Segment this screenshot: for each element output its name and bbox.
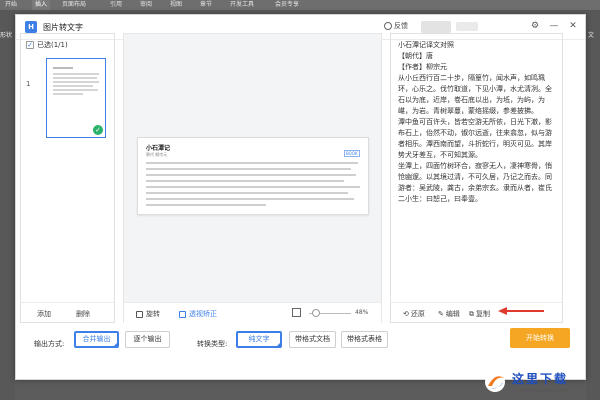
rotate-label: 旋转 [146,310,160,318]
perspective-label: 透视矫正 [189,310,217,318]
menu-dev-tools[interactable]: 开发工具 [230,0,254,10]
selected-corner-icon [113,342,118,347]
menu-reference[interactable]: 引用 [110,0,122,10]
start-convert-label: 开始转换 [526,334,554,342]
document-badge: BOOK [344,150,360,157]
thumb-title-line [53,67,73,69]
select-all-checkbox[interactable]: ✓ 已选(1/1) [26,40,68,50]
selected-corner-icon [276,342,281,347]
delete-button[interactable]: 删除 [76,309,90,319]
user-name [456,22,478,31]
convert-type-label: 转换类型: [197,340,228,348]
plain-text-option[interactable]: 纯文字 [236,331,282,348]
background-left-panel [0,10,15,400]
edit-label: 编辑 [445,310,460,318]
red-arrow-annotation [498,307,544,315]
merge-output-label: 合并输出 [82,335,111,343]
shape-label: 形状 [0,32,13,39]
document-meta: 朝代 柳宗元 [146,152,168,157]
thumb-line [53,77,97,79]
plain-text-label: 纯文字 [248,335,270,343]
edit-button[interactable]: ✎ 编辑 [438,309,460,319]
menu-chapter[interactable]: 章节 [200,0,212,10]
document-text-line [146,186,360,188]
format-table-label: 带格式表格 [347,335,382,343]
thumb-line [53,73,99,75]
single-output-label: 逐个输出 [133,335,162,343]
thumb-line [53,85,93,87]
rotate-button[interactable]: 旋转 [136,309,160,319]
menu-insert[interactable]: 插入 [32,0,51,10]
menu-start[interactable]: 开始 [5,0,17,10]
copy-label: 复制 [476,310,490,318]
copy-icon: ⧉ [469,309,474,318]
check-icon: ✓ [26,41,34,49]
thumbnail-footer: 添加 删除 [21,302,114,323]
document-text-line [146,162,358,164]
feedback-icon [384,22,392,30]
recognized-text[interactable]: 小石潭记译文对照 【朝代】唐 【作者】柳宗元 从小丘西行百二十步，隔篁竹，闻水声… [398,40,558,298]
document-text-line [146,192,348,194]
page-number: 1 [26,80,31,88]
background-toolbar [0,0,600,10]
fit-screen-icon[interactable] [292,308,301,317]
format-table-option[interactable]: 带格式表格 [341,331,388,348]
rotate-icon [136,310,143,318]
window-title: 图片转文字 [43,23,83,32]
document-text-line [146,174,356,176]
format-doc-option[interactable]: 带格式文档 [289,331,336,348]
recognized-text-panel: 小石潭记译文对照 【朝代】唐 【作者】柳宗元 从小丘西行百二十步，隔篁竹，闻水声… [390,33,563,323]
settings-icon[interactable]: ⚙ [528,19,542,33]
app-logo-icon: H [25,21,37,33]
output-mode-label: 输出方式: [34,340,65,348]
perspective-correction-button[interactable]: 透视矫正 [179,309,217,319]
restore-button[interactable]: ⟲ 还原 [403,309,425,319]
document-image: 小石潭记 朝代 柳宗元 BOOK [137,137,369,215]
single-output-option[interactable]: 逐个输出 [125,331,170,348]
user-avatar[interactable] [421,21,451,33]
zoom-slider-handle[interactable] [312,309,320,317]
perspective-icon [179,310,186,318]
background-right-panel [586,10,600,400]
right-label: 文 [588,32,595,39]
document-text-line [146,168,351,170]
add-button[interactable]: 添加 [37,309,51,319]
menu-review[interactable]: 审阅 [140,0,152,10]
feedback-button[interactable]: 反馈 [384,21,408,31]
watermark-text: 这里下载 [512,372,569,386]
menu-member[interactable]: 会员专享 [275,0,299,10]
thumb-line [53,89,98,91]
watermark-url: www.herdown.com [520,388,568,394]
minimize-icon[interactable]: — [547,19,561,33]
thumb-line [53,93,83,95]
document-title: 小石潭记 [146,145,171,152]
format-doc-label: 带格式文档 [295,335,330,343]
menu-view[interactable]: 视图 [170,0,182,10]
menu-page-layout[interactable]: 页面布局 [62,0,86,10]
close-icon[interactable]: ✕ [566,19,580,33]
edit-icon: ✎ [438,310,444,318]
merge-output-option[interactable]: 合并输出 [74,331,119,348]
copy-button[interactable]: ⧉ 复制 [469,309,490,319]
selected-check-icon: ✓ [93,125,103,135]
start-convert-button[interactable]: 开始转换 [510,328,570,348]
watermark-logo-icon [485,372,505,392]
document-text-line [146,204,266,206]
restore-icon: ⟲ [403,310,409,318]
restore-label: 还原 [410,310,425,318]
preview-toolbar: 旋转 透视矫正 48% [124,302,381,323]
select-all-label: 已选(1/1) [37,41,68,49]
thumbnail-panel: ✓ 已选(1/1) 1 ✓ 添加 删除 [20,33,115,323]
feedback-label: 反馈 [394,22,408,30]
zoom-level: 48% [355,309,369,316]
page-thumbnail[interactable]: ✓ [46,58,106,138]
thumb-line [53,81,99,83]
image-preview: 小石潭记 朝代 柳宗元 BOOK 旋转 透视矫正 48% [123,33,382,323]
document-text-line [146,198,354,200]
document-text-line [146,180,344,182]
